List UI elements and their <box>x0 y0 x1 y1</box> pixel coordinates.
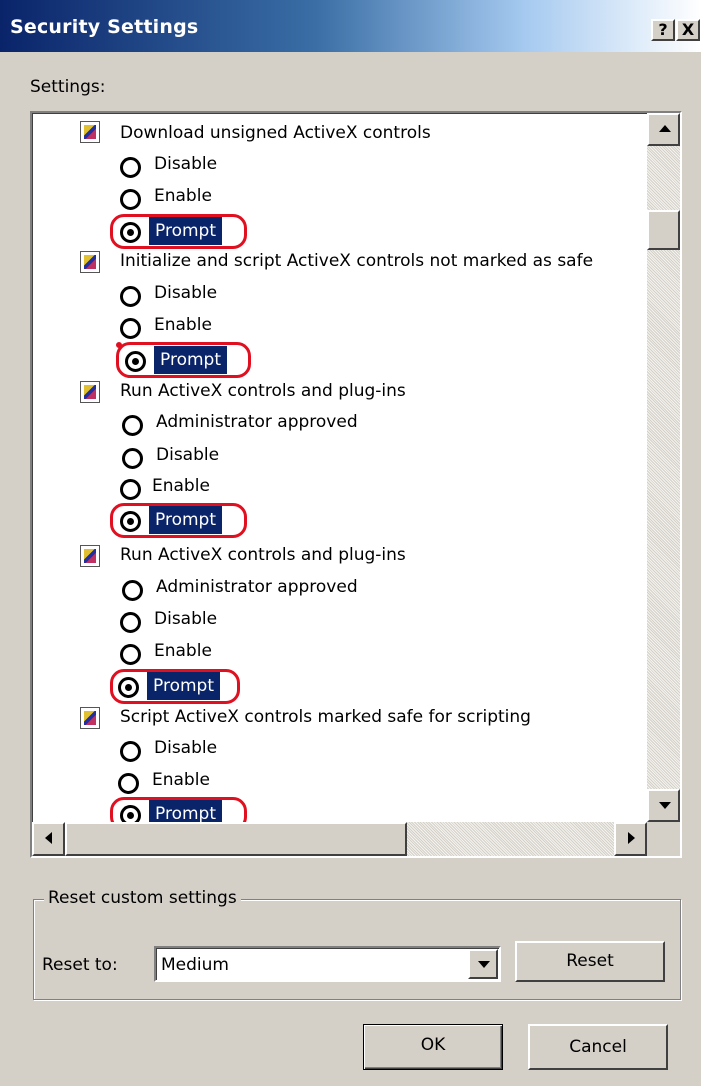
radio-prompt[interactable] <box>120 222 141 243</box>
reset-to-value: Medium <box>161 955 229 975</box>
horizontal-scrollbar[interactable] <box>32 822 647 856</box>
radio-prompt[interactable] <box>120 805 141 822</box>
arrow-right-icon <box>628 832 635 844</box>
radio-enable[interactable] <box>118 773 139 794</box>
option-label: Administrator approved <box>156 577 358 597</box>
option-label: Disable <box>156 445 220 465</box>
setting-group-label: Script ActiveX controls marked safe for … <box>120 707 531 727</box>
option-label: Enable <box>154 186 212 206</box>
option-label-selected: Prompt <box>154 346 227 374</box>
setting-group-label: Initialize and script ActiveX controls n… <box>120 251 594 271</box>
radio-enable[interactable] <box>120 189 141 210</box>
radio-disable[interactable] <box>120 612 141 633</box>
scroll-down-button[interactable] <box>647 789 680 822</box>
arrow-left-icon <box>45 832 52 844</box>
radio-prompt[interactable] <box>125 351 146 372</box>
settings-tree-content: Download unsigned ActiveX controls Disab… <box>32 113 649 822</box>
radio-disable[interactable] <box>120 157 141 178</box>
reset-group-legend: Reset custom settings <box>44 888 241 908</box>
option-label: Disable <box>154 283 218 303</box>
scrollbar-corner <box>647 822 680 856</box>
vertical-scrollbar[interactable] <box>647 113 680 822</box>
radio-prompt[interactable] <box>120 511 141 532</box>
option-label: Disable <box>154 609 218 629</box>
vertical-scroll-thumb[interactable] <box>647 210 680 250</box>
reset-to-dropdown[interactable]: Medium <box>154 946 501 982</box>
radio-enable[interactable] <box>120 644 141 665</box>
cancel-button[interactable]: Cancel <box>528 1024 668 1070</box>
radio-enable[interactable] <box>120 318 141 339</box>
option-label: Enable <box>152 770 210 790</box>
setting-group-icon <box>80 707 100 729</box>
option-label: Enable <box>152 476 210 496</box>
close-button[interactable]: X <box>676 19 700 41</box>
security-settings-dialog: Security Settings ? X Settings: Download… <box>0 0 701 1086</box>
radio-administrator-approved[interactable] <box>122 415 143 436</box>
setting-group-label: Run ActiveX controls and plug-ins <box>120 545 406 565</box>
setting-group-icon <box>80 251 100 273</box>
option-label: Disable <box>154 154 218 174</box>
help-button[interactable]: ? <box>651 19 675 41</box>
radio-disable[interactable] <box>122 448 143 469</box>
horizontal-scroll-thumb[interactable] <box>65 822 407 856</box>
arrow-up-icon <box>659 125 671 132</box>
settings-tree[interactable]: Download unsigned ActiveX controls Disab… <box>30 111 682 858</box>
option-label: Enable <box>154 315 212 335</box>
scroll-right-button[interactable] <box>614 822 647 856</box>
scroll-up-button[interactable] <box>647 113 680 146</box>
ok-button[interactable]: OK <box>363 1024 503 1070</box>
settings-label: Settings: <box>30 77 106 97</box>
setting-group-icon <box>80 545 100 567</box>
option-label-selected: Prompt <box>149 217 222 245</box>
scroll-left-button[interactable] <box>32 822 65 856</box>
arrow-down-icon <box>659 802 671 809</box>
radio-enable[interactable] <box>120 479 141 500</box>
radio-disable[interactable] <box>120 286 141 307</box>
radio-disable[interactable] <box>120 741 141 762</box>
option-label-selected: Prompt <box>147 672 220 700</box>
option-label: Disable <box>154 738 218 758</box>
setting-group-icon <box>80 381 100 403</box>
dropdown-button[interactable] <box>468 949 498 979</box>
radio-prompt[interactable] <box>118 677 139 698</box>
setting-group-icon <box>80 121 100 143</box>
setting-group-label: Run ActiveX controls and plug-ins <box>120 381 406 401</box>
chevron-down-icon <box>478 961 490 968</box>
setting-group-label: Download unsigned ActiveX controls <box>120 123 431 143</box>
option-label: Enable <box>154 641 212 661</box>
option-label-selected: Prompt <box>149 506 222 534</box>
reset-button[interactable]: Reset <box>515 941 665 982</box>
option-label-selected: Prompt <box>149 800 222 822</box>
window-title: Security Settings <box>10 16 199 38</box>
option-label: Administrator approved <box>156 412 358 432</box>
title-bar: Security Settings ? X <box>0 0 701 52</box>
radio-administrator-approved[interactable] <box>122 580 143 601</box>
reset-to-label: Reset to: <box>42 955 118 975</box>
